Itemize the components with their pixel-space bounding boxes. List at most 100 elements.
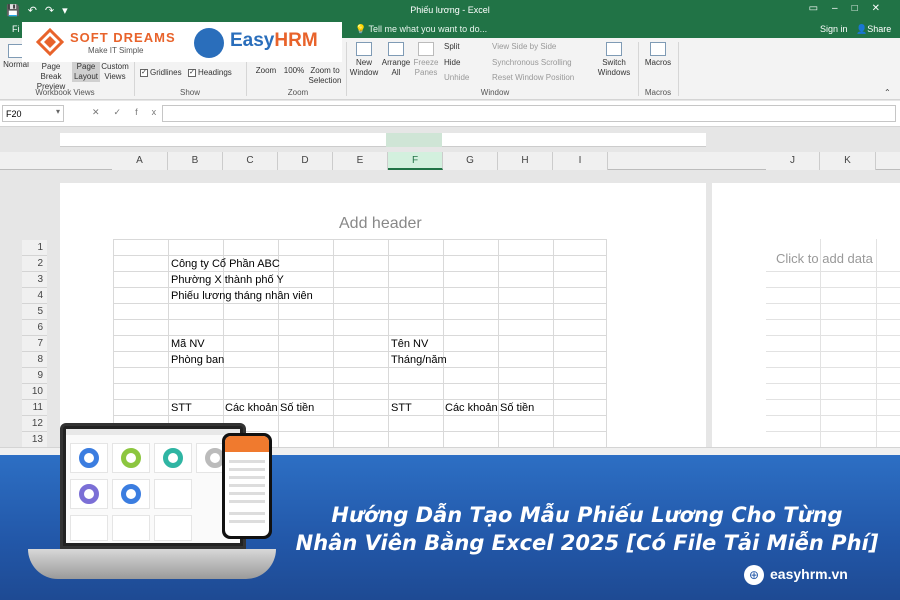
banner-title-line-1: Hướng Dẫn Tạo Mẫu Phiếu Lương Cho Từng xyxy=(331,503,843,527)
column-header-c[interactable]: C xyxy=(223,152,278,170)
column-header-d[interactable]: D xyxy=(278,152,333,170)
cell-b7[interactable]: Mã NV xyxy=(171,336,205,352)
phone-list-item xyxy=(229,492,265,495)
custom-views-button[interactable]: Custom Views xyxy=(100,62,130,82)
switch-windows-label: Switch Windows xyxy=(597,58,631,77)
tab-file[interactable]: Fi xyxy=(12,24,20,34)
site-url[interactable]: easyhrm.vn xyxy=(770,566,848,582)
cell-b4[interactable]: Phiếu lương tháng nhân viên xyxy=(171,288,313,304)
arrange-all-button[interactable]: Arrange All xyxy=(380,42,412,78)
page-break-label: Page Break Preview xyxy=(36,62,66,91)
row-header-3[interactable]: 3 xyxy=(22,272,47,288)
synchronous-scrolling-button[interactable]: Synchronous Scrolling xyxy=(492,58,572,68)
switch-windows-button[interactable]: Switch Windows xyxy=(596,42,632,78)
grid-line xyxy=(333,239,334,459)
formula-buttons[interactable]: ✕✓fx xyxy=(92,107,170,118)
tell-me-box[interactable]: 💡 Tell me what you want to do... xyxy=(355,24,487,35)
add-header-placeholder[interactable]: Add header xyxy=(339,215,422,233)
row-header-11[interactable]: 11 xyxy=(22,400,47,416)
share-button[interactable]: 👤Share xyxy=(856,24,891,35)
column-header-e[interactable]: E xyxy=(333,152,388,170)
cell-b2[interactable]: Công ty Cổ Phần ABC xyxy=(171,256,280,272)
laptop-base xyxy=(28,549,276,579)
macros-label: Macros xyxy=(644,58,672,67)
unhide-button[interactable]: Unhide xyxy=(444,73,469,83)
row-header-13[interactable]: 13 xyxy=(22,432,47,448)
gridlines-checkbox[interactable]: ✓ Gridlines xyxy=(140,68,182,78)
dashboard-card xyxy=(70,515,108,541)
zoom-button[interactable]: Zoom xyxy=(252,66,280,76)
freeze-panes-button[interactable]: Freeze Panes xyxy=(412,42,440,78)
window-controls[interactable]: ▭–□✕ xyxy=(809,3,894,14)
sign-in-link[interactable]: Sign in xyxy=(820,24,848,34)
column-header-b[interactable]: B xyxy=(168,152,223,170)
row-header-2[interactable]: 2 xyxy=(22,256,47,272)
click-to-add-data[interactable]: Click to add data xyxy=(776,251,873,266)
row-header-8[interactable]: 8 xyxy=(22,352,47,368)
row-header-12[interactable]: 12 xyxy=(22,416,47,432)
cell-f7[interactable]: Tên NV xyxy=(391,336,428,352)
column-header-j[interactable]: J xyxy=(766,152,820,170)
row-header-1[interactable]: 1 xyxy=(22,240,47,256)
column-header-f[interactable]: F xyxy=(388,152,443,170)
hide-button[interactable]: Hide xyxy=(444,58,460,68)
dashboard-card xyxy=(154,479,192,509)
grid-line xyxy=(113,319,606,320)
row-header-5[interactable]: 5 xyxy=(22,304,47,320)
column-header-i[interactable]: I xyxy=(553,152,608,170)
chevron-down-icon[interactable]: ▾ xyxy=(56,107,60,116)
dashboard-card xyxy=(112,479,150,509)
column-header-a[interactable]: A xyxy=(112,152,168,170)
laptop-screen-bar xyxy=(66,429,240,435)
checkmark-icon: ✓ xyxy=(140,68,148,77)
softdreams-name: SOFT DREAMS xyxy=(70,30,176,45)
row-header-4[interactable]: 4 xyxy=(22,288,47,304)
zoom-100-button[interactable]: 100% xyxy=(282,66,306,76)
easyhrm-name-b: HRM xyxy=(274,30,318,51)
easyhrm-logo-icon xyxy=(194,28,224,58)
cell-b3[interactable]: Phường X thành phố Y xyxy=(171,272,284,288)
collapse-ribbon-icon[interactable]: ⌃ xyxy=(884,88,891,98)
gridlines-label: Gridlines xyxy=(150,68,182,77)
cell-c11[interactable]: Các khoản xyxy=(225,400,278,416)
new-window-button[interactable]: New Window xyxy=(348,42,380,78)
phone-list-item xyxy=(229,476,265,479)
column-header-g[interactable]: G xyxy=(443,152,498,170)
cell-b11[interactable]: STT xyxy=(171,400,192,416)
view-side-by-side-button[interactable]: View Side by Side xyxy=(492,42,556,52)
horizontal-ruler xyxy=(60,133,706,147)
cell-f8[interactable]: Tháng/năm xyxy=(391,352,447,368)
row-header-9[interactable]: 9 xyxy=(22,368,47,384)
donut-chart-icon xyxy=(121,484,141,504)
dashboard-card xyxy=(112,515,150,541)
cell-h11[interactable]: Số tiền xyxy=(500,400,534,416)
cell-f11[interactable]: STT xyxy=(391,400,412,416)
row-header-6[interactable]: 6 xyxy=(22,320,47,336)
window-group-label: Window xyxy=(480,88,510,97)
column-header-k[interactable]: K xyxy=(820,152,876,170)
dashboard-card xyxy=(112,443,150,473)
grid-line xyxy=(606,239,607,459)
row-header-7[interactable]: 7 xyxy=(22,336,47,352)
dashboard-card xyxy=(70,443,108,473)
cell-g11[interactable]: Các khoản xyxy=(445,400,498,416)
page-layout-button[interactable]: Page Layout xyxy=(72,62,100,82)
name-box[interactable]: F20 xyxy=(2,105,64,122)
cell-d11[interactable]: Số tiền xyxy=(280,400,314,416)
split-button[interactable]: Split xyxy=(444,42,460,52)
reset-window-position-button[interactable]: Reset Window Position xyxy=(492,73,574,83)
grid-line xyxy=(766,431,900,432)
easyhrm-name: EasyHRM xyxy=(230,30,318,52)
dashboard-card xyxy=(154,443,192,473)
cell-b8[interactable]: Phòng ban xyxy=(171,352,224,368)
formula-input[interactable] xyxy=(162,105,896,122)
sync-scroll-label: Synchronous Scrolling xyxy=(492,58,572,67)
zoom-to-selection-button[interactable]: Zoom to Selection xyxy=(306,66,344,86)
column-header-h[interactable]: H xyxy=(498,152,553,170)
freeze-panes-icon xyxy=(418,42,434,56)
macros-button[interactable]: Macros xyxy=(642,42,674,68)
phone-list-item xyxy=(229,460,265,463)
headings-checkbox[interactable]: ✓ Headings xyxy=(188,68,232,78)
custom-views-label: Custom Views xyxy=(101,62,129,81)
row-header-10[interactable]: 10 xyxy=(22,384,47,400)
